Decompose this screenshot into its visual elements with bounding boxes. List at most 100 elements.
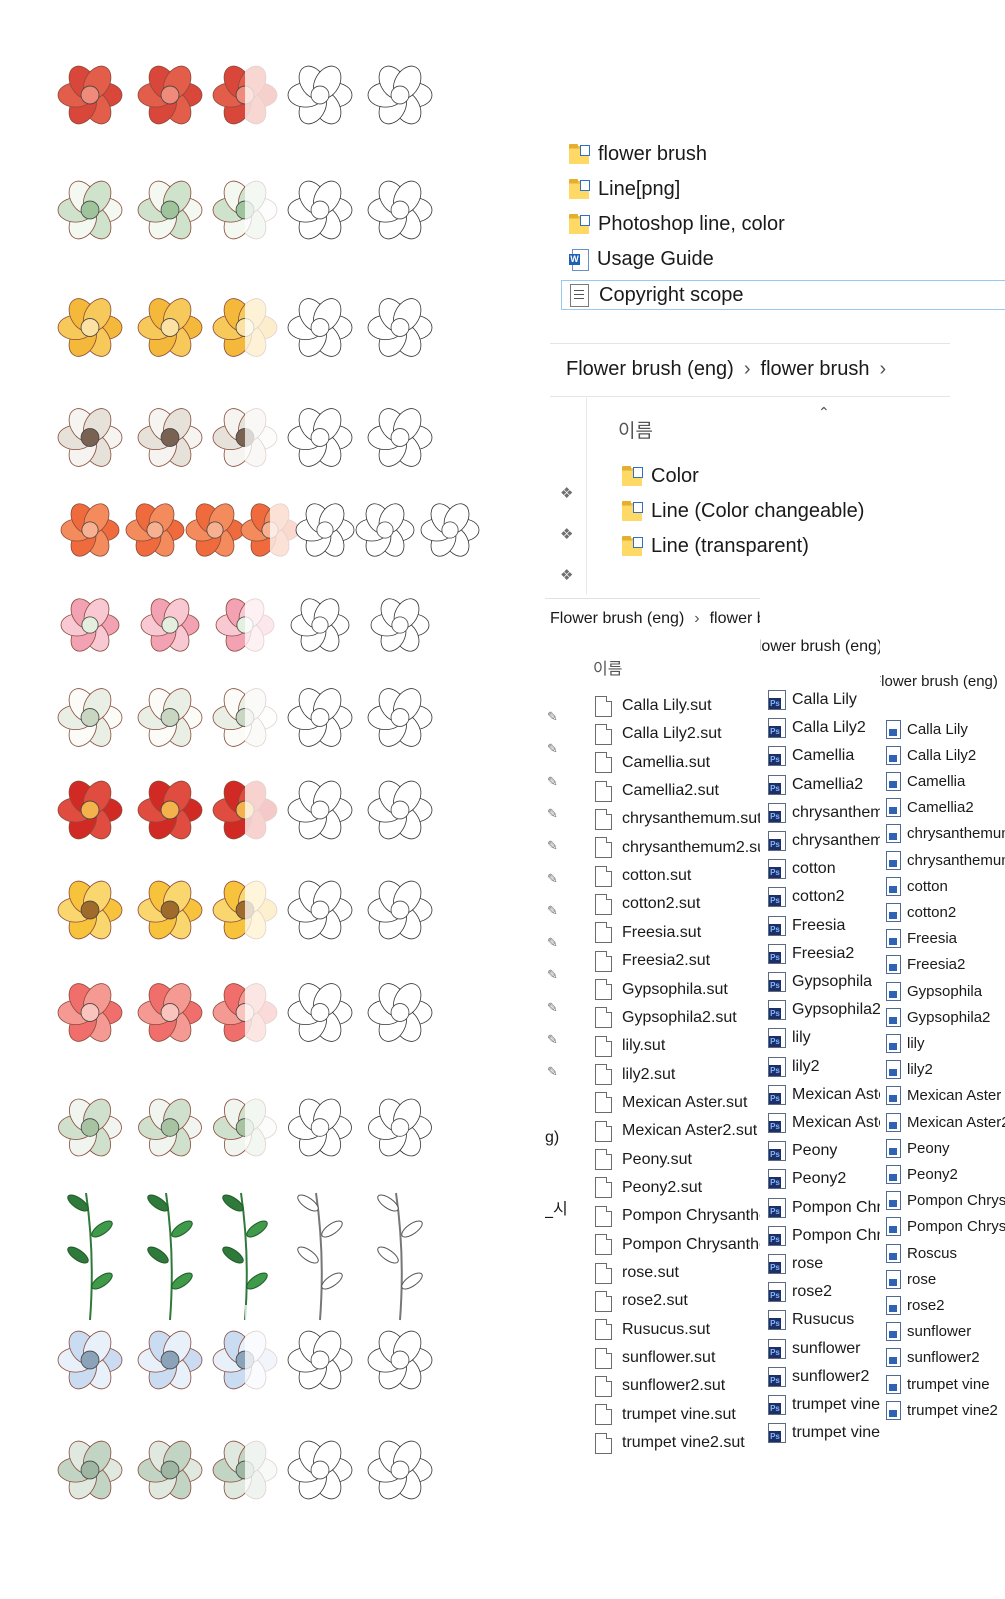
sut-file-item[interactable]: cotton.sut xyxy=(595,864,691,888)
breadcrumb-item[interactable]: Flower brush (eng) xyxy=(760,638,880,655)
psd-file-item[interactable]: Ps chrysanthemum xyxy=(768,801,880,825)
name-column-header[interactable]: 이름 xyxy=(618,416,653,443)
psd-file-item[interactable]: Ps cotton2 xyxy=(768,885,844,909)
png-file-item[interactable]: Pompon Chrysanthemum xyxy=(886,1190,1005,1212)
png-file-item[interactable]: Camellia2 xyxy=(886,797,974,819)
sut-file-item[interactable]: lily2.sut xyxy=(595,1063,675,1087)
sut-file-item[interactable]: Calla Lily.sut xyxy=(595,694,712,718)
png-file-item[interactable]: cotton2 xyxy=(886,901,956,923)
psd-file-item[interactable]: Ps rose xyxy=(768,1252,823,1276)
png-file-item[interactable]: Peony2 xyxy=(886,1163,958,1185)
png-file-item[interactable]: Freesia2 xyxy=(886,954,965,976)
png-file-item[interactable]: cotton xyxy=(886,875,948,897)
sut-file-item[interactable]: trumpet vine2.sut xyxy=(595,1431,745,1455)
png-file-item[interactable]: Gypsophila2 xyxy=(886,1006,990,1028)
psd-file-item[interactable]: Ps Freesia xyxy=(768,914,845,938)
psd-file-item[interactable]: Ps Calla Lily2 xyxy=(768,716,866,740)
sut-file-item[interactable]: Peony2.sut xyxy=(595,1176,702,1200)
png-file-item[interactable]: sunflower xyxy=(886,1321,971,1343)
pin-icon[interactable]: ❖ xyxy=(560,566,573,584)
sut-file-item[interactable]: rose.sut xyxy=(595,1261,679,1285)
explorer-item[interactable]: Copyright scope xyxy=(561,280,1005,310)
png-file-item[interactable]: Mexican Aster xyxy=(886,1085,1001,1107)
pin-icon[interactable]: ✎ xyxy=(547,806,558,822)
pin-icon[interactable]: ✎ xyxy=(547,1032,558,1048)
pin-icon[interactable]: ✎ xyxy=(547,935,558,951)
png-file-item[interactable]: Pompon Chrysanthemum2 xyxy=(886,1216,1005,1238)
sut-file-item[interactable]: chrysanthemum.sut xyxy=(595,807,760,831)
folder-item[interactable]: Line (transparent) xyxy=(622,532,809,560)
pin-icon[interactable]: ✎ xyxy=(547,1000,558,1016)
psd-file-item[interactable]: Ps Calla Lily xyxy=(768,688,857,712)
png-file-item[interactable]: lily xyxy=(886,1032,925,1054)
png-file-item[interactable]: rose2 xyxy=(886,1294,945,1316)
psd-file-item[interactable]: Ps Gypsophila2 xyxy=(768,998,880,1022)
sut-file-item[interactable]: Mexican Aster.sut xyxy=(595,1091,747,1115)
psd-file-item[interactable]: Ps Camellia xyxy=(768,744,854,768)
psd-file-item[interactable]: Ps trumpet vine xyxy=(768,1393,880,1417)
psd-file-item[interactable]: Ps Pompon Chrysanthemum xyxy=(768,1196,880,1220)
png-file-item[interactable]: Calla Lily xyxy=(886,718,968,740)
psd-file-item[interactable]: Ps sunflower2 xyxy=(768,1365,869,1389)
explorer-item[interactable]: Photoshop line, color xyxy=(569,210,785,238)
breadcrumb[interactable]: Flower brush (eng)› xyxy=(880,673,1005,690)
name-column-header[interactable]: 이름 xyxy=(593,655,622,679)
sut-file-item[interactable]: Freesia2.sut xyxy=(595,949,710,973)
sut-file-item[interactable]: sunflower2.sut xyxy=(595,1374,725,1398)
png-file-item[interactable]: sunflower2 xyxy=(886,1347,980,1369)
psd-file-item[interactable]: Ps Peony2 xyxy=(768,1167,846,1191)
breadcrumb[interactable]: Flower brush (eng)›flower brush›Color› xyxy=(550,610,760,628)
pin-icon[interactable]: ✎ xyxy=(547,903,558,919)
breadcrumb-item[interactable]: Flower brush (eng) xyxy=(550,610,684,627)
explorer-item[interactable]: Line[png] xyxy=(569,175,680,203)
png-file-item[interactable]: Roscus xyxy=(886,1242,957,1264)
sut-file-item[interactable]: rose2.sut xyxy=(595,1289,688,1313)
sut-file-item[interactable]: Calla Lily2.sut xyxy=(595,722,722,746)
psd-file-item[interactable]: Ps Mexican Aster xyxy=(768,1083,880,1107)
breadcrumb-item[interactable]: flower brush xyxy=(761,358,870,380)
pin-icon[interactable]: ✎ xyxy=(547,1064,558,1080)
sut-file-item[interactable]: chrysanthemum2.sut xyxy=(595,836,760,860)
png-file-item[interactable]: Calla Lily2 xyxy=(886,744,976,766)
pin-icon[interactable]: ✎ xyxy=(547,741,558,757)
psd-file-item[interactable]: Ps lily xyxy=(768,1026,811,1050)
png-file-item[interactable]: Camellia xyxy=(886,770,965,792)
explorer-item[interactable]: flower brush xyxy=(569,140,707,168)
psd-file-item[interactable]: Ps chrysanthemum2 xyxy=(768,829,880,853)
psd-file-item[interactable]: Ps Rusucus xyxy=(768,1308,854,1332)
breadcrumb[interactable]: Flower brush (eng)›Photoshop line, color… xyxy=(760,638,880,656)
psd-file-item[interactable]: Ps rose2 xyxy=(768,1280,832,1304)
breadcrumb-item[interactable]: Flower brush (eng) xyxy=(566,358,734,380)
sut-file-item[interactable]: Rusucus.sut xyxy=(595,1318,710,1342)
psd-file-item[interactable]: Ps cotton xyxy=(768,857,836,881)
psd-file-item[interactable]: Ps Mexican Aster2 xyxy=(768,1111,880,1135)
png-file-item[interactable]: trumpet vine xyxy=(886,1373,990,1395)
pin-icon[interactable]: ✎ xyxy=(547,871,558,887)
png-file-item[interactable]: Freesia xyxy=(886,928,957,950)
png-file-item[interactable]: Mexican Aster2 xyxy=(886,1111,1005,1133)
psd-file-item[interactable]: Ps lily2 xyxy=(768,1055,820,1079)
pin-icon[interactable]: ✎ xyxy=(547,967,558,983)
sut-file-item[interactable]: Gypsophila.sut xyxy=(595,978,728,1002)
png-file-item[interactable]: lily2 xyxy=(886,1059,933,1081)
sut-file-item[interactable]: Pompon Chrysanthemum.sut xyxy=(595,1204,760,1228)
breadcrumb-item[interactable]: Flower brush (eng) xyxy=(880,673,998,690)
psd-file-item[interactable]: Ps trumpet vine2 xyxy=(768,1421,880,1445)
sut-file-item[interactable]: lily.sut xyxy=(595,1034,665,1058)
png-file-item[interactable]: rose xyxy=(886,1268,936,1290)
psd-file-item[interactable]: Ps Gypsophila xyxy=(768,970,872,994)
png-file-item[interactable]: Peony xyxy=(886,1137,950,1159)
psd-file-item[interactable]: Ps sunflower xyxy=(768,1337,860,1361)
sut-file-item[interactable]: Camellia2.sut xyxy=(595,779,719,803)
folder-item[interactable]: Color xyxy=(622,462,699,490)
sut-file-item[interactable]: Mexican Aster2.sut xyxy=(595,1119,757,1143)
sut-file-item[interactable]: Camellia.sut xyxy=(595,751,710,775)
sut-file-item[interactable]: trumpet vine.sut xyxy=(595,1403,736,1427)
pin-icon[interactable]: ❖ xyxy=(560,484,573,502)
png-file-item[interactable]: chrysanthemum xyxy=(886,823,1005,845)
breadcrumb-item[interactable]: flower brush xyxy=(710,610,760,627)
psd-file-item[interactable]: Ps Freesia2 xyxy=(768,942,854,966)
psd-file-item[interactable]: Ps Camellia2 xyxy=(768,773,863,797)
address-bar[interactable]: Flower brush (eng) › flower brush › xyxy=(550,344,950,397)
psd-file-item[interactable]: Ps Peony xyxy=(768,1139,837,1163)
